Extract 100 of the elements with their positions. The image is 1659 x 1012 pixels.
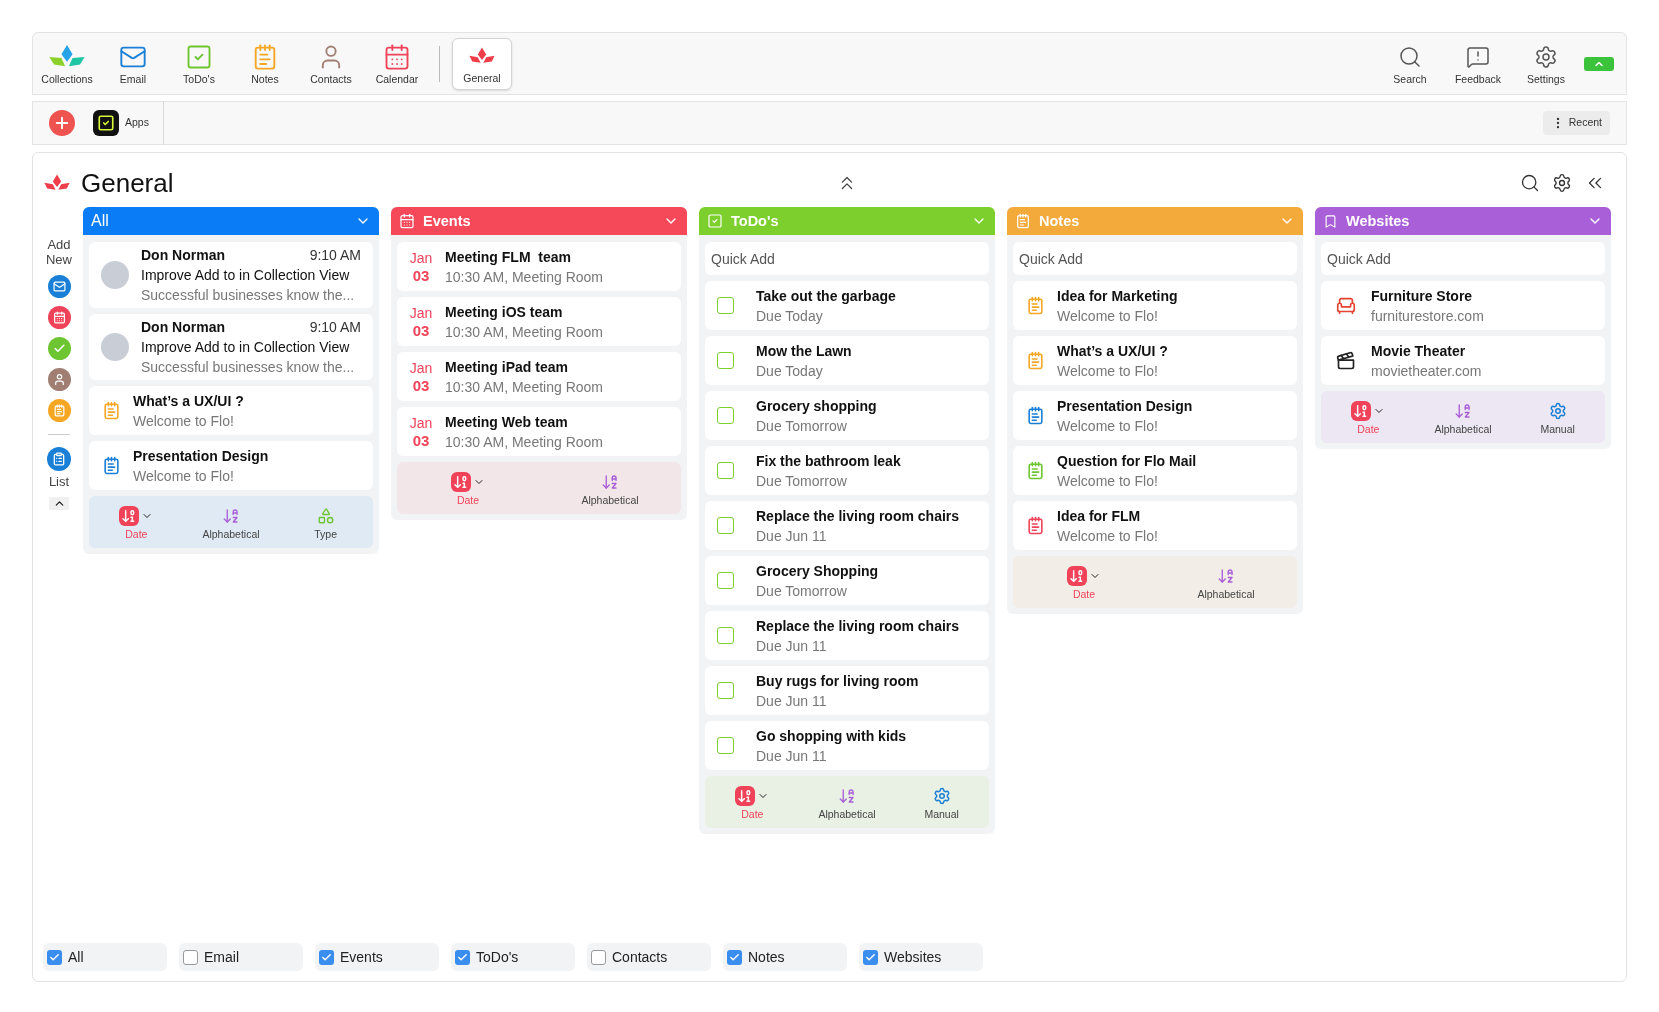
filter-checkbox[interactable] [183, 949, 198, 965]
todo-checkbox[interactable] [717, 407, 734, 424]
collapse-toggle[interactable] [1584, 56, 1614, 71]
note-card[interactable]: What’s a UX/UI ? Welcome to Flo! [1013, 336, 1297, 385]
list-button[interactable] [47, 447, 71, 471]
quick-add-field[interactable]: Quick Add [1321, 242, 1605, 275]
column-header[interactable]: All [83, 207, 379, 235]
todo-card[interactable]: Go shopping with kids Due Jun 11 [705, 721, 989, 770]
quick-add-field[interactable]: Quick Add [1013, 242, 1297, 275]
todo-checkbox[interactable] [717, 297, 734, 314]
event-card[interactable]: Jan 03 Meeting iOS team 10:30 AM, Meeting Room [397, 297, 681, 346]
envelope-button[interactable] [47, 275, 71, 298]
todo-card[interactable]: Replace the living room chairs Due Jun 11 [705, 501, 989, 550]
toolbar-button[interactable]: Settings [1516, 37, 1576, 90]
event-card[interactable]: Jan 03 Meeting iPad team 10:30 AM, Meeting Room [397, 352, 681, 401]
note-button[interactable] [47, 399, 71, 422]
calendar-button[interactable] [47, 306, 71, 329]
todo-checkbox[interactable] [717, 572, 734, 589]
filter-chip[interactable]: ToDo's [451, 943, 575, 971]
note-subtitle: Welcome to Flo! [133, 466, 235, 486]
note-card[interactable]: Presentation Design Welcome to Flo! [89, 441, 373, 490]
todo-checkbox[interactable] [717, 682, 734, 699]
filter-checkbox[interactable] [863, 949, 878, 965]
filter-checkbox[interactable] [47, 949, 62, 965]
filter-chip[interactable]: Websites [859, 943, 983, 971]
todo-card[interactable]: Replace the living room chairs Due Jun 11 [705, 611, 989, 660]
filter-checkbox[interactable] [319, 949, 334, 965]
sort-option[interactable]: Alphabetical [812, 784, 882, 820]
toolbar-button[interactable]: ToDo's [169, 37, 229, 90]
column-header[interactable]: Events [391, 207, 687, 235]
note-subtitle: Welcome to Flo! [1057, 306, 1159, 326]
event-card[interactable]: Jan 03 Meeting FLM team 10:30 AM, Meeting Room [397, 242, 681, 291]
filter-chip[interactable]: Events [315, 943, 439, 971]
search-icon[interactable] [1520, 173, 1540, 193]
toolbar-button[interactable]: Calendar [367, 37, 427, 90]
filter-chip[interactable]: Notes [723, 943, 847, 971]
column-header[interactable]: Websites [1315, 207, 1611, 235]
quick-add-field[interactable]: Quick Add [705, 242, 989, 275]
todo-checkbox[interactable] [717, 517, 734, 534]
todo-title: Replace the living room chairs [756, 616, 960, 636]
event-title: Meeting iPad team [445, 357, 569, 377]
todo-checkbox[interactable] [717, 462, 734, 479]
sort-option[interactable]: Alphabetical [575, 470, 645, 506]
todo-card[interactable]: Grocery shopping Due Tomorrow [705, 391, 989, 440]
toolbar-button[interactable]: Notes [235, 37, 295, 90]
note-card[interactable]: What’s a UX/UI ? Welcome to Flo! [89, 386, 373, 435]
toolbar-button[interactable]: General [452, 37, 512, 90]
event-month: Jan [409, 303, 433, 322]
note-icon [1015, 213, 1031, 229]
checkmark-button[interactable] [47, 337, 71, 360]
event-card[interactable]: Jan 03 Meeting Web team 10:30 AM, Meeting Room [397, 407, 681, 456]
note-card[interactable]: Presentation Design Welcome to Flo! [1013, 391, 1297, 440]
todo-card[interactable]: Buy rugs for living room Due Jun 11 [705, 666, 989, 715]
filter-checkbox[interactable] [727, 949, 742, 965]
envelope-icon [52, 280, 66, 293]
todo-card[interactable]: Mow the Lawn Due Today [705, 336, 989, 385]
filter-chip[interactable]: Contacts [587, 943, 711, 971]
sort-option[interactable]: Manual [906, 784, 977, 820]
filter-chip[interactable]: All [43, 943, 167, 971]
todo-card[interactable]: Take out the garbage Due Today [705, 281, 989, 330]
recent-button[interactable]: Recent [1542, 111, 1610, 135]
toolbar-button[interactable]: Email [103, 37, 163, 90]
avatar-placeholder [101, 333, 129, 361]
settings-icon[interactable] [1552, 173, 1572, 193]
toolbar-button[interactable]: Contacts [301, 37, 361, 90]
todo-checkbox[interactable] [717, 627, 734, 644]
todo-card[interactable]: Fix the bathroom leak Due Tomorrow [705, 446, 989, 495]
todo-title: Mow the Lawn [756, 341, 852, 361]
sort-option[interactable]: Manual [1522, 399, 1593, 435]
todo-card[interactable]: Grocery Shopping Due Tomorrow [705, 556, 989, 605]
message-card[interactable]: Don Norman 9:10 AM Improve Add to in Collection View Successful businesses know the... [89, 314, 373, 380]
filter-checkbox[interactable] [455, 949, 470, 965]
note-card[interactable]: Idea for FLM Welcome to Flo! [1013, 501, 1297, 550]
add-button[interactable] [49, 110, 75, 136]
sort-option[interactable]: Alphabetical [196, 504, 266, 540]
toolbar-button[interactable]: Collections [37, 37, 97, 90]
toolbar-button[interactable]: Feedback [1448, 37, 1508, 90]
message-card[interactable]: Don Norman 9:10 AM Improve Add to in Collection View Successful businesses know the... [89, 242, 373, 308]
website-card[interactable]: Furniture Store furniturestore.com [1321, 281, 1605, 330]
todo-checkbox[interactable] [717, 737, 734, 754]
sort-option[interactable]: Alphabetical [1428, 399, 1498, 435]
note-card[interactable]: Idea for Marketing Welcome to Flo! [1013, 281, 1297, 330]
filter-chip[interactable]: Email [179, 943, 303, 971]
person-button[interactable] [47, 368, 71, 391]
apps-button[interactable]: Apps [93, 110, 149, 136]
sort-option[interactable]: Alphabetical [1191, 564, 1261, 600]
website-card[interactable]: Movie Theater movietheater.com [1321, 336, 1605, 385]
alphabetical-sort-icon [1454, 401, 1472, 420]
website-url: movietheater.com [1371, 361, 1482, 381]
petals-logo-icon [468, 45, 496, 66]
event-month: Jan [409, 413, 433, 432]
toolbar-button[interactable]: Search [1380, 37, 1440, 90]
collapse-button[interactable] [49, 497, 69, 510]
sort-option[interactable]: Type [290, 504, 361, 540]
note-card[interactable]: Question for Flo Mail Welcome to Flo! [1013, 446, 1297, 495]
todo-checkbox[interactable] [717, 352, 734, 369]
filter-checkbox[interactable] [591, 949, 606, 965]
petals-logo-icon [43, 173, 71, 193]
message-subject: Improve Add to in Collection View [141, 266, 351, 285]
settings-icon [1534, 44, 1558, 69]
